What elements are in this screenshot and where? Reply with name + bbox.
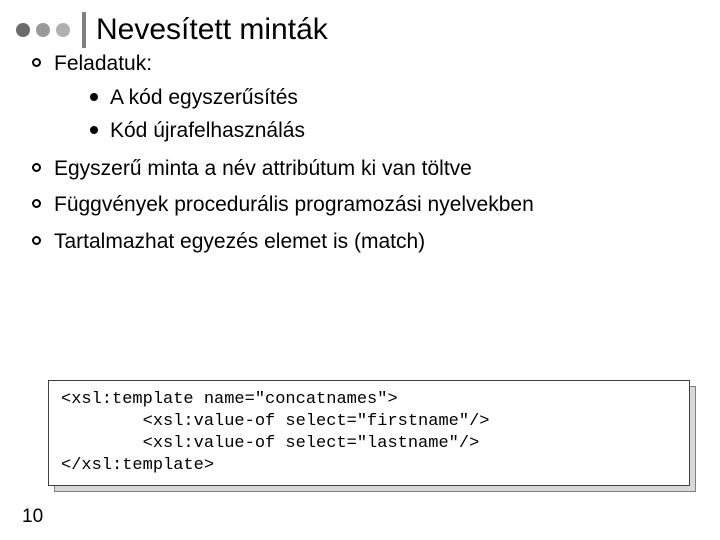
bullet-text: Tartalmazhat egyezés elemet is (match) — [54, 230, 425, 253]
slide-title: Nevesített minták — [96, 13, 328, 47]
header-dots — [16, 23, 70, 37]
list-item: Függvények procedurális programozási nye… — [30, 191, 690, 219]
slide-content: Feladatuk: A kód egyszerűsítés Kód újraf… — [30, 50, 690, 264]
bullet-text: A kód egyszerűsítés — [110, 86, 298, 109]
bullet-text: Kód újrafelhasználás — [110, 119, 305, 142]
list-item: Egyszerű minta a név attribútum ki van t… — [30, 155, 690, 183]
bullet-list: Feladatuk: A kód egyszerűsítés Kód újraf… — [30, 50, 690, 256]
vertical-divider-icon — [82, 12, 86, 48]
bullet-text: Feladatuk: — [54, 52, 152, 75]
list-item: Tartalmazhat egyezés elemet is (match) — [30, 228, 690, 256]
code-block: <xsl:template name="concatnames"> <xsl:v… — [48, 380, 690, 486]
code-example: <xsl:template name="concatnames"> <xsl:v… — [48, 380, 690, 486]
list-item: A kód egyszerűsítés — [90, 84, 690, 112]
dot-icon — [56, 23, 70, 37]
sub-bullet-list: A kód egyszerűsítés Kód újrafelhasználás — [90, 84, 690, 145]
slide: Nevesített minták Feladatuk: A kód egysz… — [0, 0, 720, 540]
slide-header: Nevesített minták — [16, 12, 328, 48]
bullet-text: Egyszerű minta a név attribútum ki van t… — [54, 157, 472, 180]
list-item: Feladatuk: A kód egyszerűsítés Kód újraf… — [30, 50, 690, 145]
dot-icon — [16, 23, 30, 37]
bullet-text: Függvények procedurális programozási nye… — [54, 193, 534, 216]
dot-icon — [36, 23, 50, 37]
page-number: 10 — [22, 506, 43, 528]
list-item: Kód újrafelhasználás — [90, 117, 690, 145]
